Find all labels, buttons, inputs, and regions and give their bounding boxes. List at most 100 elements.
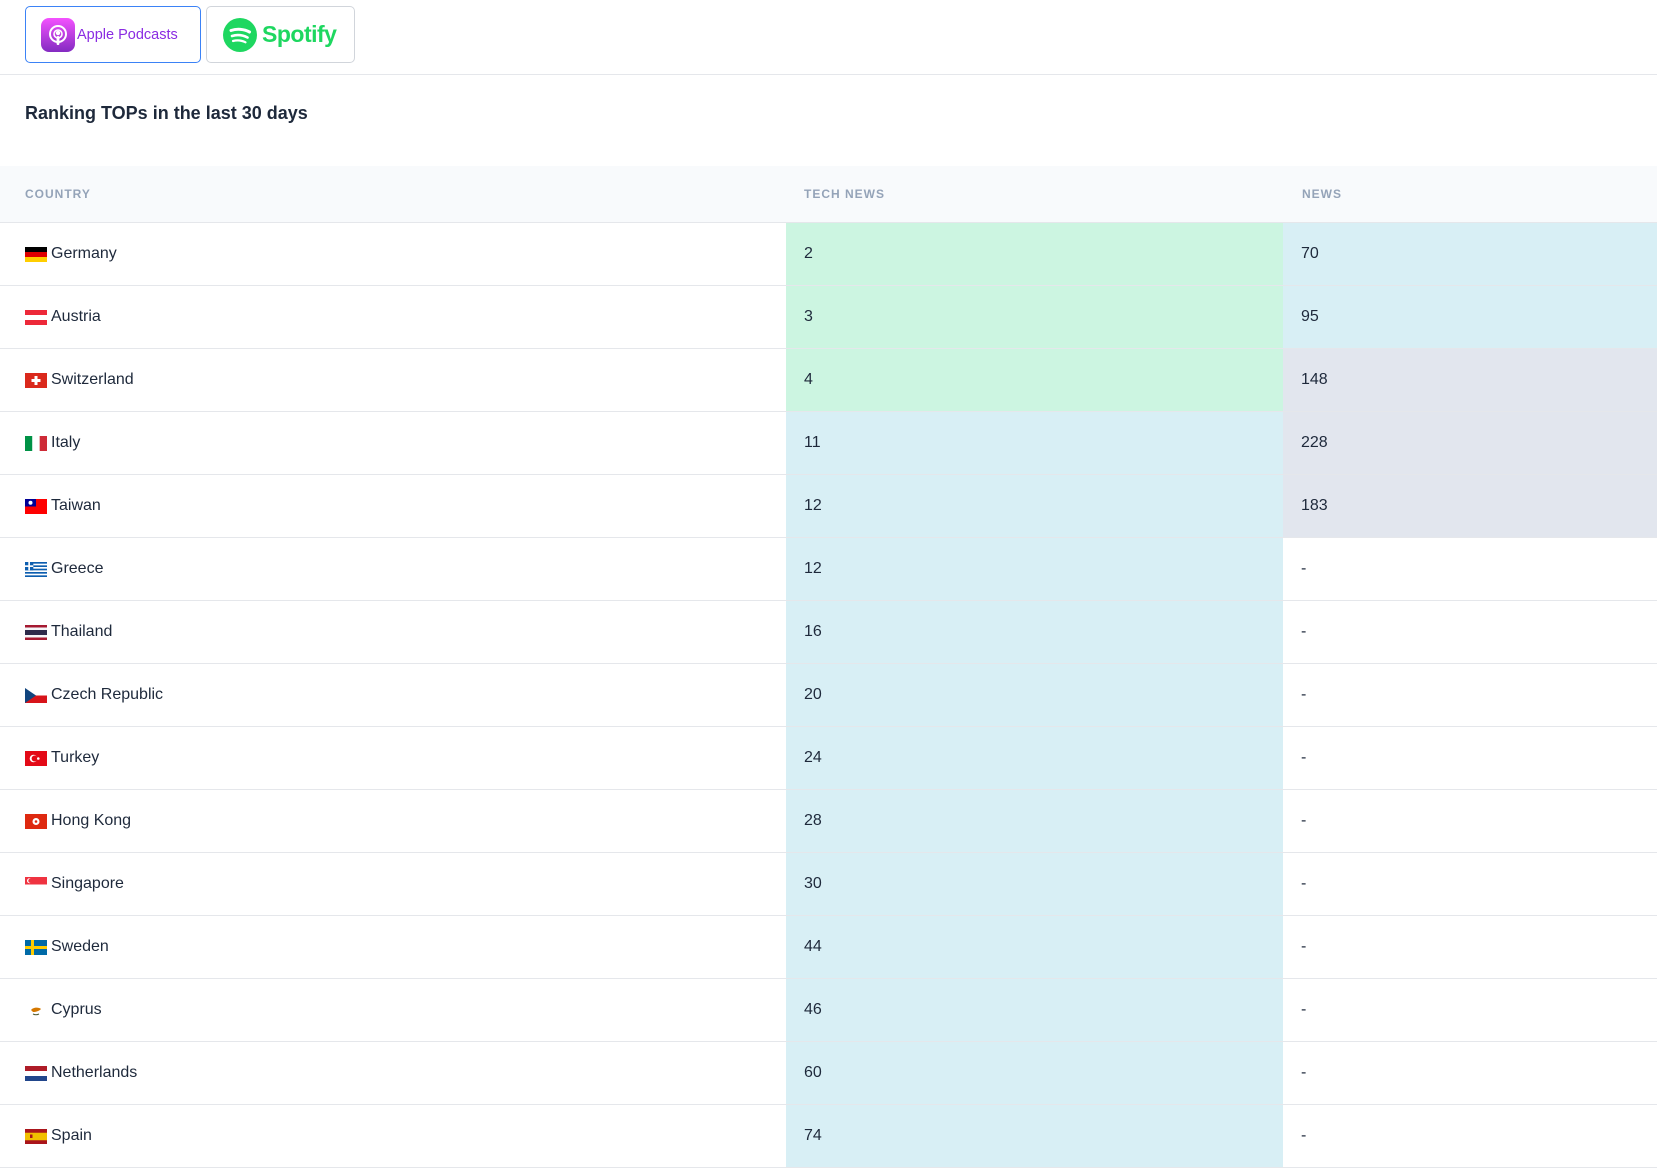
country-cell: Hong Kong	[0, 790, 786, 852]
tech-news-rank-cell: 2	[786, 223, 1283, 285]
table-row: Netherlands 60 -	[0, 1042, 1657, 1105]
tech-news-rank: 74	[804, 1127, 822, 1144]
country-cell: Netherlands	[0, 1042, 786, 1104]
flag-gr-icon	[25, 561, 47, 577]
news-rank: -	[1301, 623, 1307, 640]
news-rank: 183	[1301, 497, 1328, 514]
news-rank: -	[1301, 686, 1307, 703]
table-row: Thailand 16 -	[0, 601, 1657, 664]
country-name: Italy	[51, 434, 81, 451]
country-name: Germany	[51, 245, 117, 262]
flag-sg-icon	[25, 876, 47, 892]
country-name: Hong Kong	[51, 812, 132, 829]
tech-news-rank-cell: 20	[786, 664, 1283, 726]
flag-tr-icon	[25, 750, 47, 766]
news-rank-cell: -	[1283, 1042, 1657, 1104]
spotify-label: Spotify	[262, 21, 337, 47]
news-rank-cell: -	[1283, 790, 1657, 852]
table-row: Cyprus 46 -	[0, 979, 1657, 1042]
tech-news-rank: 44	[804, 938, 822, 955]
apple-podcasts-tab[interactable]: Apple Podcasts	[25, 6, 201, 63]
flag-at-icon	[25, 309, 47, 325]
news-rank-cell: -	[1283, 727, 1657, 789]
table-row: Austria 3 95	[0, 286, 1657, 349]
country-name: Taiwan	[51, 497, 101, 514]
country-cell: Greece	[0, 538, 786, 600]
table-row: Turkey 24 -	[0, 727, 1657, 790]
table-row: Switzerland 4 148	[0, 349, 1657, 412]
tech-news-rank: 4	[804, 371, 813, 388]
tech-news-rank: 16	[804, 623, 822, 640]
news-rank: -	[1301, 1064, 1307, 1081]
country-cell: Switzerland	[0, 349, 786, 411]
spotify-icon	[223, 17, 257, 52]
news-rank-cell: -	[1283, 664, 1657, 726]
news-rank-cell: 228	[1283, 412, 1657, 474]
table-row: Germany 2 70	[0, 223, 1657, 286]
apple-podcasts-label: Apple Podcasts	[77, 26, 178, 43]
tech-news-rank-cell: 16	[786, 601, 1283, 663]
flag-de-icon	[25, 246, 47, 262]
tech-news-rank-cell: 60	[786, 1042, 1283, 1104]
news-rank-cell: 148	[1283, 349, 1657, 411]
news-rank-cell: 70	[1283, 223, 1657, 285]
flag-it-icon	[25, 435, 47, 451]
news-rank: 70	[1301, 245, 1319, 262]
platform-selector: Apple Podcasts Spotify	[0, 0, 1657, 75]
country-cell: Czech Republic	[0, 664, 786, 726]
country-name: Turkey	[51, 749, 100, 766]
table-row: Singapore 30 -	[0, 853, 1657, 916]
flag-cy-icon	[25, 1002, 47, 1018]
tech-news-rank-cell: 11	[786, 412, 1283, 474]
tech-news-rank: 46	[804, 1001, 822, 1018]
country-name: Switzerland	[51, 371, 134, 388]
country-cell: Italy	[0, 412, 786, 474]
tech-news-rank: 24	[804, 749, 822, 766]
country-cell: Austria	[0, 286, 786, 348]
news-rank-cell: -	[1283, 979, 1657, 1041]
country-name: Spain	[51, 1127, 92, 1144]
news-rank-cell: -	[1283, 538, 1657, 600]
apple-podcasts-icon	[41, 17, 75, 52]
news-rank-cell: -	[1283, 853, 1657, 915]
country-name: Netherlands	[51, 1064, 138, 1081]
news-rank: -	[1301, 1127, 1307, 1144]
country-cell: Taiwan	[0, 475, 786, 537]
country-name: Czech Republic	[51, 686, 164, 703]
country-name: Austria	[51, 308, 101, 325]
country-cell: Cyprus	[0, 979, 786, 1041]
table-row: Greece 12 -	[0, 538, 1657, 601]
table-row: Taiwan 12 183	[0, 475, 1657, 538]
tech-news-rank: 11	[804, 434, 821, 451]
table-row: Czech Republic 20 -	[0, 664, 1657, 727]
ranking-table: COUNTRY TECH NEWS NEWS Germany 2 70 Austria…	[0, 166, 1657, 1168]
table-row: Italy 11 228	[0, 412, 1657, 475]
news-rank: 228	[1301, 434, 1328, 451]
country-name: Cyprus	[51, 1001, 102, 1018]
flag-tw-icon	[25, 498, 47, 514]
tech-news-rank: 12	[804, 560, 822, 577]
tech-news-rank-cell: 44	[786, 916, 1283, 978]
country-cell: Sweden	[0, 916, 786, 978]
flag-es-icon	[25, 1128, 47, 1144]
tech-news-rank: 28	[804, 812, 822, 829]
tech-news-rank: 2	[804, 245, 813, 262]
page-title: Ranking TOPs in the last 30 days	[25, 103, 308, 123]
tech-news-rank-cell: 3	[786, 286, 1283, 348]
news-rank-cell: 183	[1283, 475, 1657, 537]
flag-nl-icon	[25, 1065, 47, 1081]
column-header-tech-news: TECH NEWS	[804, 187, 885, 201]
tech-news-rank: 3	[804, 308, 813, 325]
flag-se-icon	[25, 939, 47, 955]
tech-news-rank-cell: 4	[786, 349, 1283, 411]
spotify-tab[interactable]: Spotify	[206, 6, 355, 63]
table-header: COUNTRY TECH NEWS NEWS	[0, 166, 1657, 223]
news-rank: 95	[1301, 308, 1319, 325]
flag-th-icon	[25, 624, 47, 640]
tech-news-rank: 30	[804, 875, 822, 892]
news-rank: -	[1301, 1001, 1307, 1018]
tech-news-rank-cell: 12	[786, 538, 1283, 600]
country-name: Greece	[51, 560, 104, 577]
table-body: Germany 2 70 Austria 3 95 Switzerland 4 148 Italy…	[0, 223, 1657, 1168]
table-row: Hong Kong 28 -	[0, 790, 1657, 853]
